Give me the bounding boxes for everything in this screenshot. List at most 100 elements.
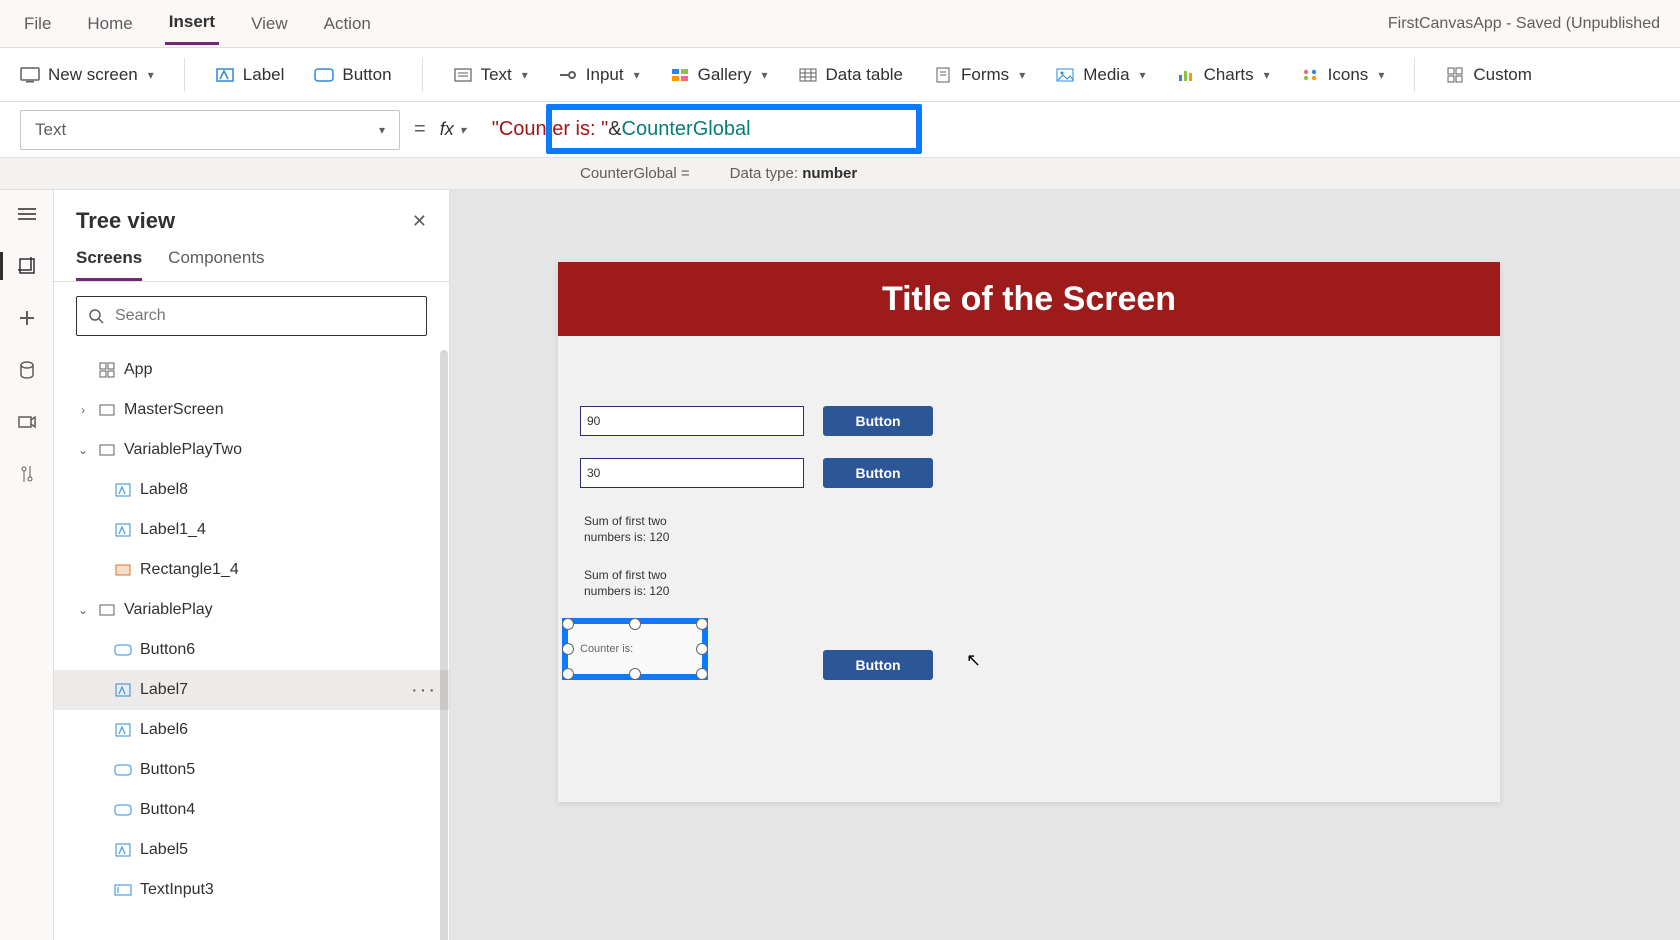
mouse-cursor: ↖ bbox=[966, 650, 981, 671]
screen-icon bbox=[98, 441, 116, 459]
ribbon-custom-label: Custom bbox=[1473, 65, 1532, 85]
rail-tools[interactable] bbox=[15, 462, 39, 486]
ribbon-data-table[interactable]: Data table bbox=[798, 65, 904, 85]
tree-node-label: Label8 bbox=[140, 481, 188, 499]
tree-node-textinput3[interactable]: TextInput3 bbox=[54, 870, 449, 910]
ribbon-text-label: Text bbox=[481, 65, 512, 85]
tree-search[interactable] bbox=[76, 296, 427, 336]
resize-handle-ne[interactable] bbox=[696, 618, 708, 630]
ribbon-button[interactable]: Button bbox=[314, 65, 391, 85]
label-icon bbox=[114, 841, 132, 859]
tree-node-label6[interactable]: Label6 bbox=[54, 710, 449, 750]
label-icon bbox=[114, 681, 132, 699]
tree-node-button4[interactable]: Button4 bbox=[54, 790, 449, 830]
menu-home[interactable]: Home bbox=[83, 4, 136, 44]
tree-node-label: Label7 bbox=[140, 681, 188, 699]
resize-handle-w[interactable] bbox=[562, 643, 574, 655]
canvas-textinput-2[interactable]: 30 bbox=[580, 458, 804, 488]
tree-node-label7[interactable]: Label7 ··· bbox=[54, 670, 449, 710]
resize-handle-e[interactable] bbox=[696, 643, 708, 655]
menu-file[interactable]: File bbox=[20, 4, 55, 44]
rail-media[interactable] bbox=[15, 410, 39, 434]
menu-action[interactable]: Action bbox=[320, 4, 375, 44]
resize-handle-n[interactable] bbox=[629, 618, 641, 630]
property-select[interactable]: Text ▾ bbox=[20, 110, 400, 150]
rectangle-icon bbox=[114, 561, 132, 579]
tree-node-rectangle1-4[interactable]: Rectangle1_4 bbox=[54, 550, 449, 590]
divider bbox=[422, 58, 423, 92]
tree-node-label: TextInput3 bbox=[140, 881, 214, 899]
main-area: Tree view ✕ Screens Components App › Mas… bbox=[0, 190, 1680, 940]
resize-handle-nw[interactable] bbox=[562, 618, 574, 630]
input-icon bbox=[558, 65, 578, 85]
rail-insert[interactable] bbox=[15, 306, 39, 330]
tree-node-label: Label5 bbox=[140, 841, 188, 859]
canvas-body: 90 Button 30 Button Sum of first two num… bbox=[558, 336, 1500, 416]
tree-node-variableplay[interactable]: ⌄ VariablePlay bbox=[54, 590, 449, 630]
ribbon-text[interactable]: Text ▾ bbox=[453, 65, 528, 85]
more-options[interactable]: ··· bbox=[411, 679, 437, 702]
rail-hamburger[interactable] bbox=[15, 202, 39, 226]
tree-node-label1-4[interactable]: Label1_4 bbox=[54, 510, 449, 550]
button-icon bbox=[114, 761, 132, 779]
media-icon bbox=[1055, 65, 1075, 85]
table-icon bbox=[798, 65, 818, 85]
resize-handle-s[interactable] bbox=[629, 668, 641, 680]
canvas-button-2[interactable]: Button bbox=[823, 458, 933, 488]
ribbon-custom[interactable]: Custom bbox=[1445, 65, 1532, 85]
tree-node-variableplaytwo[interactable]: ⌄ VariablePlayTwo bbox=[54, 430, 449, 470]
canvas-button-3[interactable]: Button bbox=[823, 650, 933, 680]
ribbon-icons[interactable]: Icons ▾ bbox=[1300, 65, 1385, 85]
tab-components[interactable]: Components bbox=[168, 242, 264, 281]
canvas-textinput-1[interactable]: 90 bbox=[580, 406, 804, 436]
menu-insert[interactable]: Insert bbox=[165, 2, 219, 45]
ribbon-media[interactable]: Media ▾ bbox=[1055, 65, 1145, 85]
canvas-sum-label-2[interactable]: Sum of first two numbers is: 120 bbox=[584, 568, 734, 599]
menu-view[interactable]: View bbox=[247, 4, 292, 44]
canvas-title-bar[interactable]: Title of the Screen bbox=[558, 262, 1500, 336]
tree-search-input[interactable] bbox=[113, 306, 416, 326]
chevron-down-icon: ▾ bbox=[1019, 68, 1025, 82]
tree-node-label8[interactable]: Label8 bbox=[54, 470, 449, 510]
chevron-down-icon[interactable]: ⌄ bbox=[76, 603, 90, 617]
chevron-down-icon[interactable]: ⌄ bbox=[76, 443, 90, 457]
ribbon-bar: New screen ▾ Label Button Text ▾ Input ▾… bbox=[0, 48, 1680, 102]
ribbon-charts[interactable]: Charts ▾ bbox=[1176, 65, 1270, 85]
tree-node-app[interactable]: App bbox=[54, 350, 449, 390]
charts-icon bbox=[1176, 65, 1196, 85]
tree-view-close[interactable]: ✕ bbox=[412, 211, 427, 232]
tab-screens[interactable]: Screens bbox=[76, 242, 142, 281]
forms-icon bbox=[933, 65, 953, 85]
canvas-area[interactable]: Title of the Screen 90 Button 30 Button … bbox=[450, 190, 1680, 940]
tree-node-label5[interactable]: Label5 bbox=[54, 830, 449, 870]
tree-node-button6[interactable]: Button6 bbox=[54, 630, 449, 670]
chevron-right-icon[interactable]: › bbox=[76, 403, 90, 417]
rail-data[interactable] bbox=[15, 358, 39, 382]
chevron-down-icon: ▾ bbox=[522, 68, 528, 82]
ribbon-forms[interactable]: Forms ▾ bbox=[933, 65, 1025, 85]
chevron-down-icon: ▾ bbox=[460, 123, 466, 137]
button-icon bbox=[314, 65, 334, 85]
button-icon bbox=[114, 641, 132, 659]
tree-node-label: Label1_4 bbox=[140, 521, 206, 539]
tree-node-button5[interactable]: Button5 bbox=[54, 750, 449, 790]
ribbon-label-text: Label bbox=[243, 65, 285, 85]
ribbon-input[interactable]: Input ▾ bbox=[558, 65, 640, 85]
canvas-screen[interactable]: Title of the Screen 90 Button 30 Button … bbox=[558, 262, 1500, 802]
tree-node-masterscreen[interactable]: › MasterScreen bbox=[54, 390, 449, 430]
ribbon-new-screen[interactable]: New screen ▾ bbox=[20, 65, 154, 85]
divider bbox=[184, 58, 185, 92]
formula-info-strip: CounterGlobal = Data type: number bbox=[0, 158, 1680, 190]
ribbon-gallery[interactable]: Gallery ▾ bbox=[670, 65, 768, 85]
canvas-button-1[interactable]: Button bbox=[823, 406, 933, 436]
resize-handle-sw[interactable] bbox=[562, 668, 574, 680]
canvas-sum-label-1[interactable]: Sum of first two numbers is: 120 bbox=[584, 514, 734, 545]
fx-button[interactable]: fx ▾ bbox=[440, 119, 466, 140]
ribbon-label[interactable]: Label bbox=[215, 65, 285, 85]
resize-handle-se[interactable] bbox=[696, 668, 708, 680]
rail-tree-view[interactable] bbox=[15, 254, 39, 278]
formula-input[interactable]: "Counter is: " & CounterGlobal bbox=[480, 110, 1660, 150]
icons-icon bbox=[1300, 65, 1320, 85]
scrollbar-thumb[interactable] bbox=[440, 350, 448, 940]
ribbon-data-table-label: Data table bbox=[826, 65, 904, 85]
